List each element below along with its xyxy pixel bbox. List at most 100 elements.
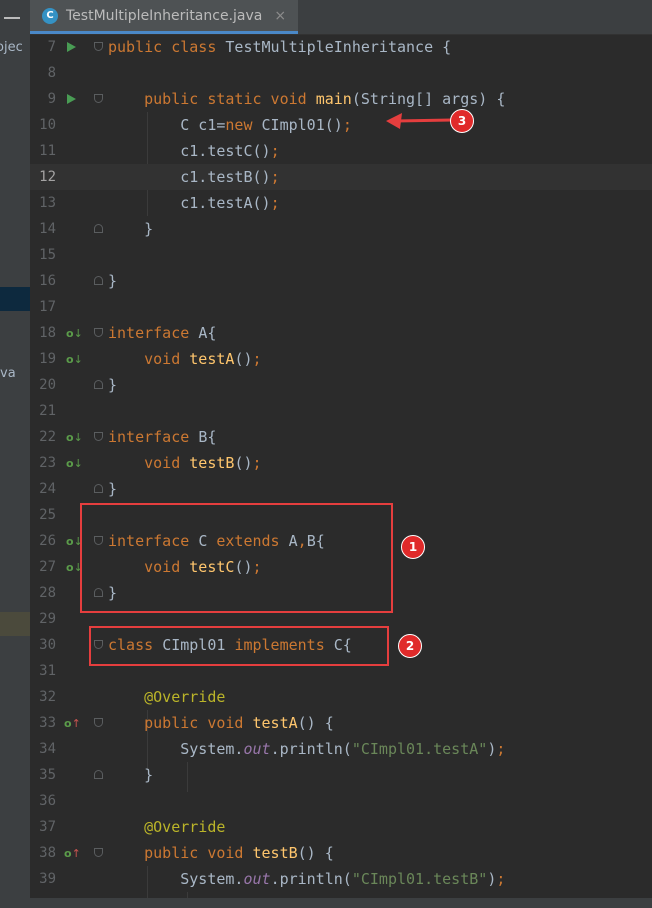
fold-close-icon[interactable] [94, 770, 103, 779]
line-number: 14 [39, 221, 56, 237]
line-number: 22 [39, 429, 56, 445]
code-text: @Override [144, 688, 226, 706]
code-line[interactable]: 9 public static void main(String[] args)… [30, 86, 652, 112]
code-text: } [108, 766, 154, 784]
run-icon[interactable] [67, 94, 76, 104]
line-number: 28 [39, 585, 56, 601]
line-number: 27 [39, 559, 56, 575]
line-number: 29 [39, 611, 56, 627]
line-number: 30 [39, 637, 56, 653]
code-line[interactable]: 14 } [30, 216, 652, 242]
code-text: C c1=new CImpl01(); [108, 116, 352, 134]
code-line[interactable]: 15 [30, 242, 652, 268]
code-line[interactable]: 37 @Override [30, 814, 652, 840]
code-line[interactable]: 32 @Override [30, 684, 652, 710]
line-number: 32 [39, 689, 56, 705]
code-line[interactable]: 38 o ↑ public void testB() { [30, 840, 652, 866]
code-line[interactable]: 34 System.out.println("CImpl01.testA"); [30, 736, 652, 762]
run-icon[interactable] [67, 42, 76, 52]
implemented-icon[interactable]: o ↓ [66, 320, 83, 346]
line-number: 39 [39, 871, 56, 887]
annotation-box-class-cimpl01 [89, 626, 389, 666]
fold-open-icon[interactable] [94, 718, 103, 727]
code-line[interactable]: 7 public class TestMultipleInheritance { [30, 34, 652, 60]
line-number: 26 [39, 533, 56, 549]
code-line[interactable]: 11 c1.testC(); [30, 138, 652, 164]
code-editor[interactable]: 7 public class TestMultipleInheritance {8… [30, 34, 652, 898]
code-text: @Override [144, 818, 226, 836]
fold-close-icon[interactable] [94, 484, 103, 493]
code-text: public class TestMultipleInheritance { [108, 38, 452, 56]
fold-open-icon[interactable] [94, 432, 103, 441]
line-number: 15 [39, 247, 56, 263]
line-number: 35 [39, 767, 56, 783]
code-text: System.out.println("CImpl01.testA"); [108, 740, 506, 758]
code-line[interactable]: 17 [30, 294, 652, 320]
line-number: 31 [39, 663, 56, 679]
code-text: c1.testB(); [108, 168, 280, 186]
project-panel[interactable]: ojec va [0, 0, 30, 908]
code-line[interactable]: 21 [30, 398, 652, 424]
code-line[interactable]: 23 o ↓ void testB(); [30, 450, 652, 476]
implemented-icon[interactable]: o ↓ [66, 450, 83, 476]
code-text: interface B{ [108, 428, 217, 446]
override-icon[interactable]: o ↑ [64, 840, 81, 866]
editor-tab[interactable]: C TestMultipleInheritance.java × [30, 0, 298, 34]
line-number: 37 [39, 819, 56, 835]
fold-close-icon[interactable] [94, 224, 103, 233]
implemented-icon[interactable]: o ↓ [66, 346, 83, 372]
code-line[interactable]: 24} [30, 476, 652, 502]
code-line[interactable]: 10 C c1=new CImpl01(); [30, 112, 652, 138]
line-number: 18 [39, 325, 56, 341]
fold-close-icon[interactable] [94, 276, 103, 285]
code-line[interactable]: 35 } [30, 762, 652, 788]
project-tree-fragment: ojec [0, 40, 23, 55]
line-number: 12 [39, 169, 56, 185]
annotation-badge-1: 1 [401, 535, 425, 559]
editor-tab-bar: C TestMultipleInheritance.java × [30, 0, 652, 35]
code-line[interactable]: 33 o ↑ public void testA() { [30, 710, 652, 736]
code-text: c1.testA(); [108, 194, 280, 212]
line-number: 9 [47, 91, 56, 107]
annotation-badge-2: 2 [398, 634, 422, 658]
project-tree-selection [0, 287, 30, 311]
line-number: 20 [39, 377, 56, 393]
fold-open-icon[interactable] [94, 848, 103, 857]
fold-open-icon[interactable] [94, 42, 103, 51]
line-number: 11 [39, 143, 56, 159]
close-icon[interactable]: × [274, 8, 286, 24]
code-line[interactable]: 18 o ↓ interface A{ [30, 320, 652, 346]
implemented-icon[interactable]: o ↓ [66, 424, 83, 450]
line-number: 36 [39, 793, 56, 809]
override-icon[interactable]: o ↑ [64, 710, 81, 736]
line-number: 23 [39, 455, 56, 471]
code-line[interactable]: 22 o ↓ interface B{ [30, 424, 652, 450]
annotation-box-interface-c [80, 503, 393, 613]
code-line[interactable]: 36 [30, 788, 652, 814]
java-class-icon: C [42, 7, 58, 24]
code-text: } [108, 480, 118, 498]
code-text: } [108, 220, 154, 238]
line-number: 17 [39, 299, 56, 315]
line-number: 13 [39, 195, 56, 211]
fold-close-icon[interactable] [94, 380, 103, 389]
line-number: 21 [39, 403, 56, 419]
code-line[interactable]: 12 c1.testB(); [30, 164, 652, 190]
fold-open-icon[interactable] [94, 328, 103, 337]
code-line[interactable]: 13 c1.testA(); [30, 190, 652, 216]
line-number: 34 [39, 741, 56, 757]
minimize-icon[interactable] [4, 17, 20, 19]
code-line[interactable]: 16} [30, 268, 652, 294]
project-tree-fragment-java: va [0, 366, 16, 381]
code-text: interface A{ [108, 324, 217, 342]
code-line[interactable]: 39 System.out.println("CImpl01.testB"); [30, 866, 652, 892]
code-line[interactable]: 20} [30, 372, 652, 398]
project-tree-highlight [0, 612, 30, 636]
code-line[interactable]: 19 o ↓ void testA(); [30, 346, 652, 372]
tab-filename: TestMultipleInheritance.java [66, 7, 263, 24]
code-line[interactable]: 8 [30, 60, 652, 86]
annotation-badge-3: 3 [450, 109, 474, 133]
line-number: 25 [39, 507, 56, 523]
fold-open-icon[interactable] [94, 94, 103, 103]
code-text: } [108, 272, 118, 290]
